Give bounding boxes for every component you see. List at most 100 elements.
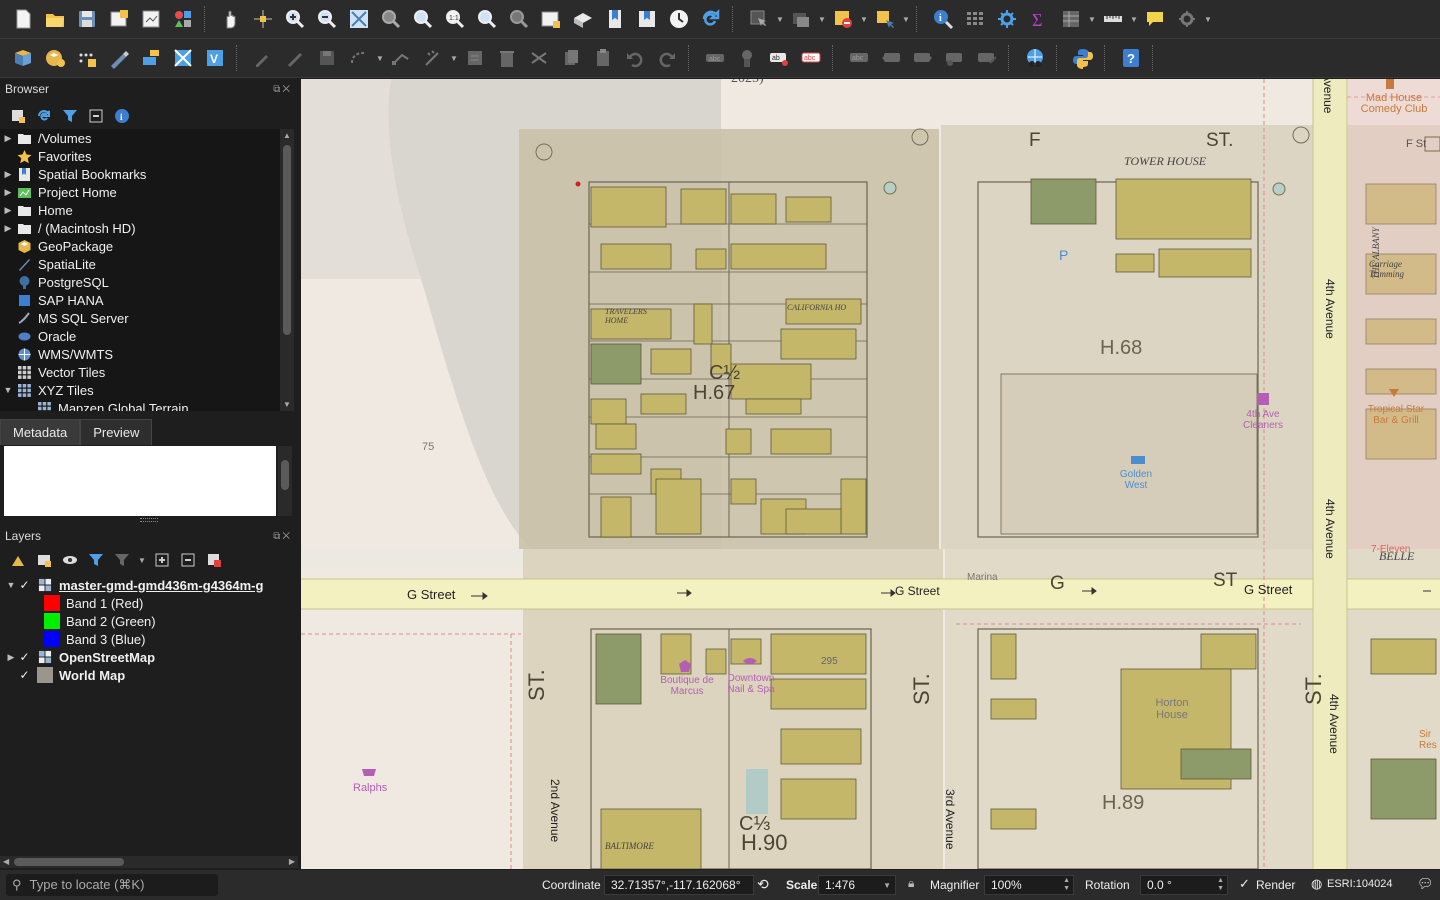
chevron-down-icon[interactable]: ▼: [902, 14, 910, 24]
virtual-layer-icon[interactable]: V: [200, 43, 230, 73]
chevron-down-icon[interactable]: ▼: [376, 53, 384, 63]
browser-item[interactable]: WMS/WMTS: [0, 345, 280, 363]
zoom-in-icon[interactable]: [280, 4, 310, 34]
python-icon[interactable]: [1068, 43, 1098, 73]
browser-item[interactable]: ▶ / (Macintosh HD): [0, 219, 280, 237]
expand-all-icon[interactable]: [152, 550, 172, 570]
scale-combobox[interactable]: 1:476 ▼: [818, 875, 896, 895]
move-label-icon[interactable]: [908, 43, 938, 73]
remove-layer-icon[interactable]: [204, 550, 224, 570]
chevron-right-icon[interactable]: ▶: [0, 223, 16, 234]
map-label-tropical[interactable]: Tropical Star Bar & Grill: [1367, 404, 1425, 426]
layers-horizontal-scrollbar[interactable]: ◀ ▶: [0, 856, 298, 868]
refresh-icon[interactable]: [696, 4, 726, 34]
save-project-icon[interactable]: [72, 4, 102, 34]
zoom-out-icon[interactable]: [312, 4, 342, 34]
spin-arrows-icon[interactable]: ▲ ▼: [1217, 877, 1224, 893]
render-checkbox[interactable]: ✓: [1239, 876, 1250, 892]
chevron-right-icon[interactable]: ▶: [0, 169, 16, 180]
browser-item[interactable]: Mapzen Global Terrain: [0, 399, 280, 411]
spin-arrows-icon[interactable]: ▲ ▼: [1063, 877, 1070, 893]
map-label-mad-house[interactable]: Mad House Comedy Club: [1359, 93, 1429, 115]
select-features-icon[interactable]: [744, 4, 774, 34]
vertex-tool-icon[interactable]: [386, 43, 416, 73]
map-label-parking[interactable]: P: [1059, 247, 1068, 263]
collapse-all-icon[interactable]: [178, 550, 198, 570]
scroll-thumb[interactable]: [14, 858, 124, 866]
edit-pencil-icon[interactable]: [248, 43, 278, 73]
chevron-down-icon[interactable]: ▼: [883, 881, 891, 890]
filter-expression-icon[interactable]: [112, 550, 132, 570]
redo-icon[interactable]: [652, 43, 682, 73]
splitter-handle[interactable]: [140, 518, 158, 522]
browser-item[interactable]: ▶ Spatial Bookmarks: [0, 165, 280, 183]
browser-scrollbar[interactable]: ▲ ▼: [280, 129, 294, 411]
scroll-left-icon[interactable]: ◀: [3, 857, 9, 866]
data-source-manager-icon[interactable]: [8, 43, 38, 73]
rotation-spinbox[interactable]: 0.0 ° ▲ ▼: [1140, 875, 1228, 895]
open-project-icon[interactable]: [40, 4, 70, 34]
comedy-club-icon[interactable]: [1386, 79, 1394, 89]
manage-visibility-icon[interactable]: [60, 550, 80, 570]
map-canvas[interactable]: 2025) F ST. F St TOWER HOUSE C½ H.67 H.6…: [301, 79, 1440, 869]
new-project-icon[interactable]: [8, 4, 38, 34]
hotel-icon[interactable]: [1131, 456, 1145, 464]
chevron-down-icon[interactable]: ▼: [1130, 14, 1138, 24]
refresh-icon[interactable]: [34, 106, 54, 126]
layer-row[interactable]: Band 2 (Green): [0, 612, 298, 630]
chevron-down-icon[interactable]: ▼: [1088, 14, 1096, 24]
show-bookmarks-icon[interactable]: [632, 4, 662, 34]
chevron-down-icon[interactable]: ▼: [0, 385, 16, 395]
pin-label-icon[interactable]: abc: [844, 43, 874, 73]
measure-icon[interactable]: [1098, 4, 1128, 34]
pan-to-selection-icon[interactable]: [248, 4, 278, 34]
layer-row[interactable]: ✓ World Map: [0, 666, 298, 684]
chevron-down-icon[interactable]: ▼: [776, 14, 784, 24]
new-bookmark-icon[interactable]: [600, 4, 630, 34]
modify-attributes-icon[interactable]: [418, 43, 448, 73]
panel-float-close-icon[interactable]: ⧉✕: [273, 531, 292, 542]
show-labels-icon[interactable]: [876, 43, 906, 73]
laundry-icon[interactable]: [1257, 393, 1269, 405]
diagram-icon[interactable]: [732, 43, 762, 73]
help-icon[interactable]: ?: [1116, 43, 1146, 73]
map-tips-icon[interactable]: [1140, 4, 1170, 34]
chevron-right-icon[interactable]: ▶: [4, 652, 18, 663]
layer-row[interactable]: Band 1 (Red): [0, 594, 298, 612]
label-abc-icon[interactable]: abc: [796, 43, 826, 73]
delete-selected-icon[interactable]: [460, 43, 490, 73]
lock-scale-icon[interactable]: 🔒︎: [908, 876, 914, 891]
new-map-view-icon[interactable]: [536, 4, 566, 34]
metadata-scrollbar[interactable]: [278, 446, 292, 516]
map-label-horton-house[interactable]: Horton House: [1149, 697, 1195, 721]
open-table-icon[interactable]: [1056, 4, 1086, 34]
georeferencer-icon[interactable]: [168, 43, 198, 73]
pan-icon[interactable]: [216, 4, 246, 34]
annotation-icon[interactable]: [1172, 4, 1202, 34]
messages-icon[interactable]: 💬︎: [1417, 876, 1434, 892]
chevron-down-icon[interactable]: ▼: [1204, 14, 1212, 24]
browser-item[interactable]: GeoPackage: [0, 237, 280, 255]
deselect-icon[interactable]: [828, 4, 858, 34]
select-by-value-icon[interactable]: [786, 4, 816, 34]
supermarket-icon[interactable]: [362, 769, 376, 776]
filter-icon[interactable]: [60, 106, 80, 126]
map-label-golden-west[interactable]: Golden West: [1113, 469, 1159, 491]
style-manager-icon[interactable]: [168, 4, 198, 34]
layer-row[interactable]: ▶ ✓ OpenStreetMap: [0, 648, 298, 666]
add-selected-layers-icon[interactable]: [8, 106, 28, 126]
toggle-editing-icon[interactable]: [280, 43, 310, 73]
label-highlight-icon[interactable]: ab: [764, 43, 794, 73]
plugin-globe-icon[interactable]: [1020, 43, 1050, 73]
chevron-down-icon[interactable]: ▼: [138, 555, 146, 565]
tab-metadata[interactable]: Metadata: [0, 419, 81, 445]
add-group-icon[interactable]: [34, 550, 54, 570]
add-feature-icon[interactable]: [344, 43, 374, 73]
change-label-icon[interactable]: [972, 43, 1002, 73]
zoom-native-icon[interactable]: 1:1: [440, 4, 470, 34]
new-print-layout-icon[interactable]: [104, 4, 134, 34]
scroll-up-icon[interactable]: ▲: [283, 131, 291, 140]
zoom-last-icon[interactable]: [472, 4, 502, 34]
zoom-to-layer-icon[interactable]: [408, 4, 438, 34]
map-label-boutique[interactable]: Boutique de Marcus: [659, 675, 715, 697]
